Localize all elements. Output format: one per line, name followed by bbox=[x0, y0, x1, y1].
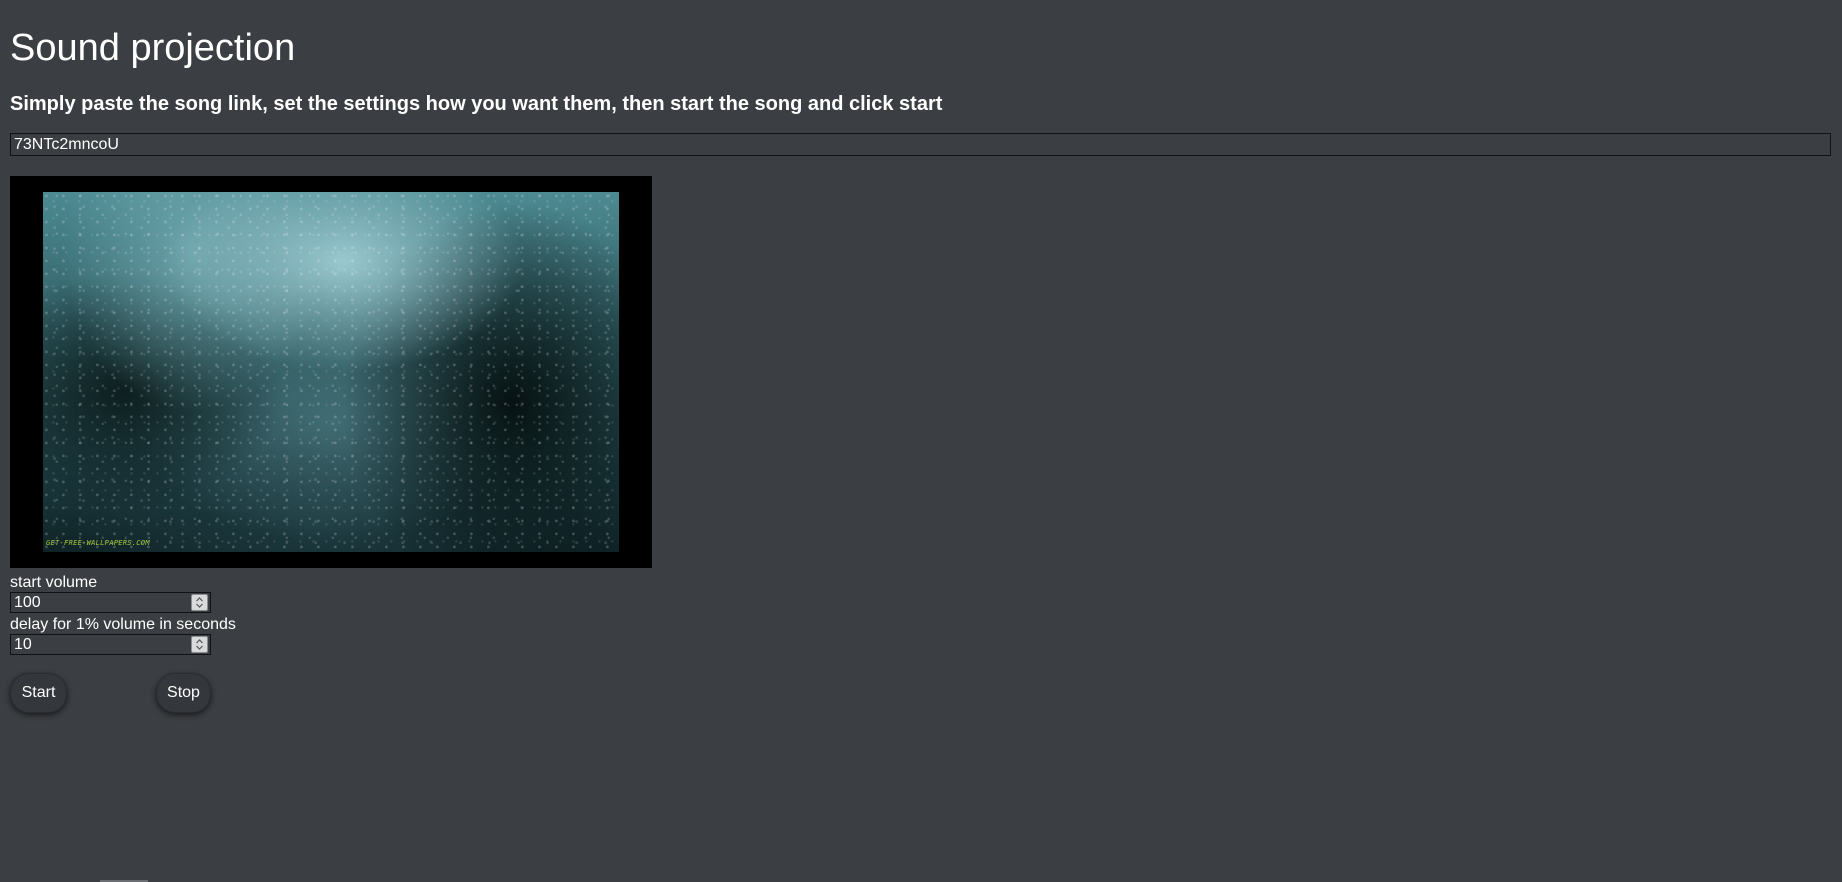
page-title: Sound projection bbox=[10, 27, 296, 69]
spin-arrows-icon bbox=[196, 639, 203, 650]
rain-drops-texture bbox=[43, 192, 619, 552]
delay-input[interactable]: 10 bbox=[10, 634, 211, 655]
control-buttons: Start Stop bbox=[10, 673, 1832, 713]
video-player[interactable]: GET-FREE-WALLPAPERS.COM bbox=[10, 176, 652, 568]
spin-arrows-icon bbox=[196, 597, 203, 608]
start-volume-input[interactable]: 100 bbox=[10, 592, 211, 613]
stop-button[interactable]: Stop bbox=[156, 673, 211, 713]
start-volume-label: start volume bbox=[10, 574, 98, 591]
start-button[interactable]: Start bbox=[10, 673, 67, 713]
thumbnail-watermark: GET-FREE-WALLPAPERS.COM bbox=[46, 539, 150, 547]
start-volume-value[interactable]: 100 bbox=[14, 594, 41, 612]
video-thumbnail: GET-FREE-WALLPAPERS.COM bbox=[43, 192, 619, 552]
delay-spinner[interactable] bbox=[191, 636, 208, 653]
song-link-input[interactable] bbox=[10, 133, 1831, 156]
start-volume-spinner[interactable] bbox=[191, 594, 208, 611]
delay-value[interactable]: 10 bbox=[14, 636, 32, 654]
page: Sound projection Simply paste the song l… bbox=[0, 0, 1842, 882]
instructions-heading: Simply paste the song link, set the sett… bbox=[10, 93, 943, 115]
delay-label: delay for 1% volume in seconds bbox=[10, 616, 236, 633]
